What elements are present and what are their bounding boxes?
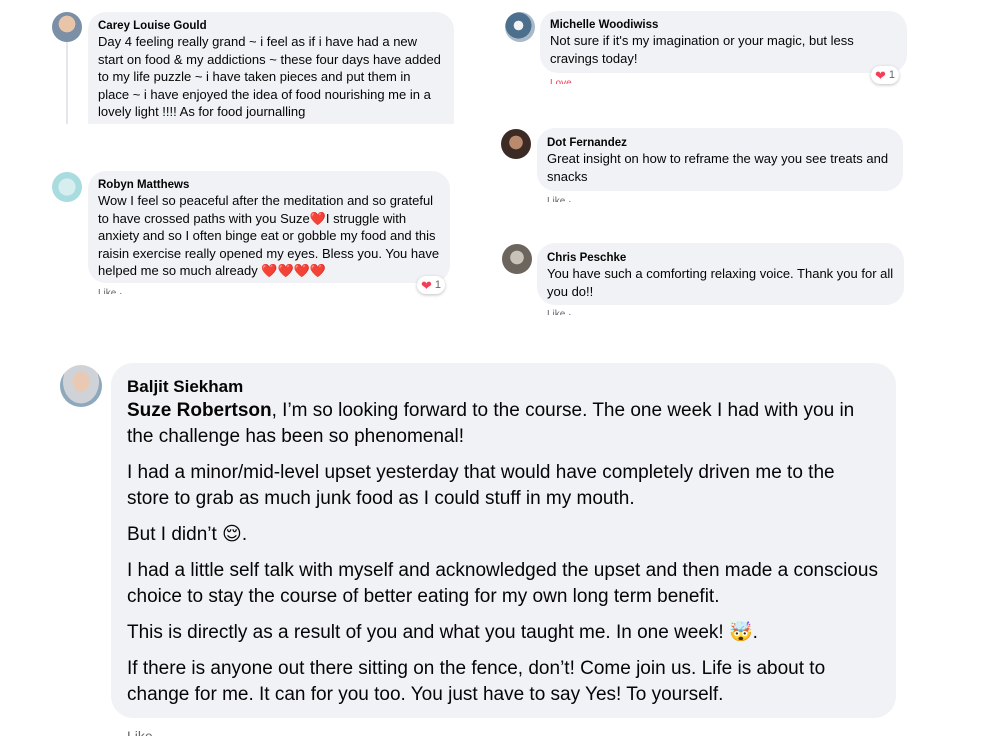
comment-paragraph: If there is anyone out there sitting on … [127,658,826,705]
comment-actions[interactable]: Like · Reply · 42 w [98,288,124,294]
avatar[interactable] [52,12,82,42]
reaction-summary[interactable]: ❤ 1 [871,66,900,84]
reaction-count: 1 [434,279,442,291]
comment-text: Wow I feel so peaceful after the meditat… [98,193,440,278]
avatar[interactable] [502,244,532,274]
reaction-count: 1 [888,69,896,81]
thread-line [66,42,68,124]
comment-text: Great insight on how to reframe the way … [547,151,889,184]
love-reaction-icon: ❤ [875,67,886,83]
comment-author[interactable]: Michelle Woodiwiss [550,18,897,32]
avatar[interactable] [501,129,531,159]
comment-bubble: Chris Peschke You have such a comforting… [537,243,904,305]
comment-bubble: Michelle Woodiwiss Not sure if it's my i… [540,11,907,73]
reaction-summary[interactable]: ❤ 1 [417,276,446,294]
avatar[interactable] [52,172,82,202]
love-reaction-icon: ❤ [421,277,432,293]
comment-actions[interactable]: Love · Reply · 42 w [550,78,576,84]
comment-paragraph: This is directly as a result of you and … [127,622,758,643]
comment-author[interactable]: Carey Louise Gould [98,19,444,33]
comment-bubble: Robyn Matthews Wow I feel so peaceful af… [88,171,450,283]
avatar[interactable] [505,12,535,42]
comment-paragraph: I had a little self talk with myself and… [127,560,878,607]
mention-link[interactable]: Suze Robertson [127,400,272,421]
comment-text: Not sure if it's my imagination or your … [550,33,854,66]
comment-author[interactable]: Chris Peschke [547,251,894,265]
comment-author[interactable]: Dot Fernandez [547,136,893,150]
comment-bubble: Carey Louise Gould Day 4 feeling really … [88,12,454,124]
comment-actions[interactable]: Like · Reply · 42 w [547,196,573,202]
comment-bubble: Baljit Siekham Suze Robertson, I’m so lo… [111,363,896,718]
avatar[interactable] [60,365,102,407]
comment-text: Day 4 feeling really grand ~ i feel as i… [98,34,441,119]
comment-author[interactable]: Robyn Matthews [98,178,440,192]
comment-text: Suze Robertson, I’m so looking forward t… [127,398,880,708]
comment-text: You have such a comforting relaxing voic… [547,266,894,299]
comment-paragraph: I had a minor/mid-level upset yesterday … [127,462,835,509]
comment-paragraph: But I didn’t 😌. [127,524,248,545]
comment-bubble: Dot Fernandez Great insight on how to re… [537,128,903,191]
comment-author[interactable]: Baljit Siekham [127,376,880,398]
comment-paragraph: Suze Robertson, I’m so looking forward t… [127,398,880,450]
comment-actions[interactable]: Like · Reply · 42 w [547,309,573,315]
comment-actions[interactable]: Like · Reply · 42 w [127,728,163,736]
